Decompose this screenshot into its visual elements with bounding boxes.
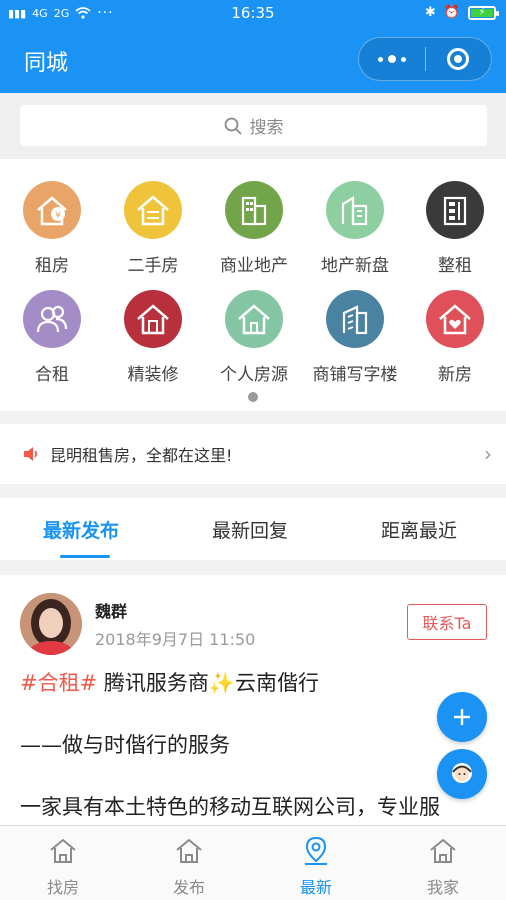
category-grid: ¥ 租房 二手房 商业地产 地产新盘 整租 合租 精装修 个人房源 商铺写字楼 … [0,159,506,411]
category-new-house[interactable]: 新房 [405,290,505,385]
status-right: ✱ ⏰ ⚡ [424,5,499,20]
second-hand-house-icon [124,181,182,239]
commercial-building-icon [225,181,283,239]
feed-tabs: 最新发布 最新回复 距离最近 [0,498,506,560]
tabbar-label: 找房 [46,878,79,897]
new-house-icon [426,290,484,348]
page-indicator-dot [248,392,258,402]
decoration-icon [124,290,182,348]
category-label: 商业地产 [220,256,288,276]
post-card[interactable]: 魏群 2018年9月7日 11:50 联系Ta #合租# 腾讯服务商✨云南偕行 … [0,575,506,825]
house-icon [430,838,456,863]
post-line-3: 一家具有本土特色的移动互联网公司，专业服 [20,795,440,819]
notice-bar[interactable]: 昆明租售房，全都在这里! › [0,424,506,484]
search-input[interactable]: 搜索 [20,105,487,146]
category-whole-rent[interactable]: 整租 [405,181,505,276]
category-second-hand[interactable]: 二手房 [103,181,203,276]
whole-rent-icon [426,181,484,239]
tabbar-item-publish[interactable]: 发布 [149,834,229,898]
tabbar-label: 我家 [426,878,459,897]
mini-program-capsule [358,37,492,81]
house-icon [176,838,202,863]
search-icon [224,117,241,134]
post-line-1-text: 腾讯服务商✨云南偕行 [97,671,320,695]
more-menu-button[interactable] [359,55,425,63]
close-miniprogram-button[interactable] [426,48,492,70]
post-line-1: #合租# 腾讯服务商✨云南偕行 [20,667,319,697]
category-label: 个人房源 [220,365,288,385]
new-building-icon [326,181,384,239]
active-tab-indicator [60,555,110,558]
app-header: 同城 [0,28,506,93]
category-label: 租房 [35,256,69,276]
target-icon [447,48,470,70]
category-shared-rent[interactable]: 合租 [2,290,102,385]
tabbar-label: 最新 [299,878,332,897]
post-line-2: ——做与时偕行的服务 [20,733,230,757]
customer-service-button[interactable] [437,749,487,799]
notice-text: 昆明租售房，全都在这里! [50,446,233,465]
personal-listing-icon [225,290,283,348]
category-label: 地产新盘 [321,256,389,276]
chevron-right-icon: › [484,442,492,466]
tab-nearest[interactable]: 距离最近 [381,516,457,543]
location-pin-icon [305,836,327,865]
post-author: 魏群 [95,602,128,621]
house-icon [50,838,76,863]
plus-icon [454,709,470,725]
svg-text:¥: ¥ [55,211,61,221]
post-time: 2018年9月7日 11:50 [95,630,256,649]
category-label: 商铺写字楼 [312,365,398,385]
bluetooth-icon: ✱ [424,5,436,20]
category-office[interactable]: 商铺写字楼 [305,290,405,385]
category-rent[interactable]: ¥ 租房 [2,181,102,276]
status-bar: ▮▮▮ 4G 2G ··· 16:35 ✱ ⏰ ⚡ [0,0,506,28]
alarm-icon: ⏰ [443,5,460,20]
tab-latest-reply[interactable]: 最新回复 [212,516,288,543]
customer-service-icon [452,763,472,783]
tabbar-item-find[interactable]: 找房 [23,834,103,898]
search-placeholder: 搜索 [249,118,284,138]
speaker-icon [24,447,38,461]
post-hashtag[interactable]: #合租# [20,671,97,695]
category-label: 新房 [438,365,472,385]
office-building-icon [326,290,384,348]
shared-rent-icon [23,290,81,348]
contact-button[interactable]: 联系Ta [407,604,487,640]
category-new-estate[interactable]: 地产新盘 [305,181,405,276]
tab-latest-post[interactable]: 最新发布 [43,516,119,543]
category-decoration[interactable]: 精装修 [103,290,203,385]
add-post-button[interactable] [437,692,487,742]
category-commercial[interactable]: 商业地产 [204,181,304,276]
category-label: 精装修 [127,365,179,385]
category-label: 合租 [35,365,69,385]
page-title: 同城 [24,51,69,76]
rent-house-icon: ¥ [23,181,81,239]
battery-icon: ⚡ [468,5,499,20]
category-label: 二手房 [127,256,179,276]
bottom-tabbar: 找房 发布 最新 我家 [0,825,506,900]
tabbar-label: 发布 [172,878,205,897]
category-label: 整租 [438,256,472,276]
search-area: 搜索 [0,93,506,159]
category-personal[interactable]: 个人房源 [204,290,304,385]
avatar[interactable] [20,593,82,655]
tabbar-item-my-home[interactable]: 我家 [403,834,483,898]
tabbar-item-latest[interactable]: 最新 [276,834,356,898]
